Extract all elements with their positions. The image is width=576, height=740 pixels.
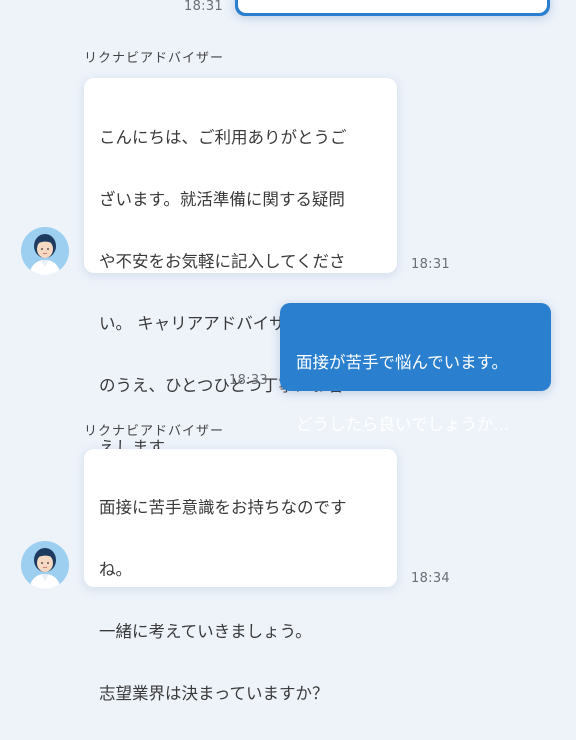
message-line: どうしたら良いでしょうか... (296, 415, 510, 434)
message-timestamp: 18:34 (411, 571, 450, 586)
message-timestamp: 18:33 (229, 373, 268, 388)
message-timestamp: 18:31 (184, 0, 223, 14)
user-message-bubble: 面接が苦手で悩んでいます。 どうしたら良いでしょうか... (280, 303, 551, 434)
advisor-message-bubble: 面接に苦手意識をお持ちなのです ね。 一緒に考えていきましょう。 志望業界は決ま… (84, 449, 397, 703)
message-line: や不安をお気軽に記入してくださ (99, 252, 346, 271)
message-line: 志望業界は決まっていますか？ (99, 684, 329, 703)
message-line: 面接に苦手意識をお持ちなのです (99, 498, 347, 517)
message-line: 面接が苦手で悩んでいます。 (296, 353, 509, 372)
message-line: 一緒に考えていきましょう。 (99, 622, 312, 641)
message-timestamp: 18:31 (411, 257, 450, 272)
message-line: ざいます。就活準備に関する疑問 (99, 190, 345, 209)
advisor-avatar-icon (21, 541, 69, 589)
advisor-name: リクナビアドバイザー (84, 424, 225, 439)
message-line: こんにちは、ご利用ありがとうご (99, 128, 347, 147)
message-line: ね。 (99, 560, 132, 579)
advisor-message-bubble: こんにちは、ご利用ありがとうご ざいます。就活準備に関する疑問 や不安をお気軽に… (84, 78, 397, 457)
advisor-name: リクナビアドバイザー (84, 51, 225, 66)
chat-thread: 18:31 リクナビアドバイザー こんにちは、ご利用ありがとうご ざいます。就活… (0, 0, 576, 703)
advisor-avatar-icon (21, 227, 69, 275)
user-message-bubble-partial (235, 0, 550, 16)
